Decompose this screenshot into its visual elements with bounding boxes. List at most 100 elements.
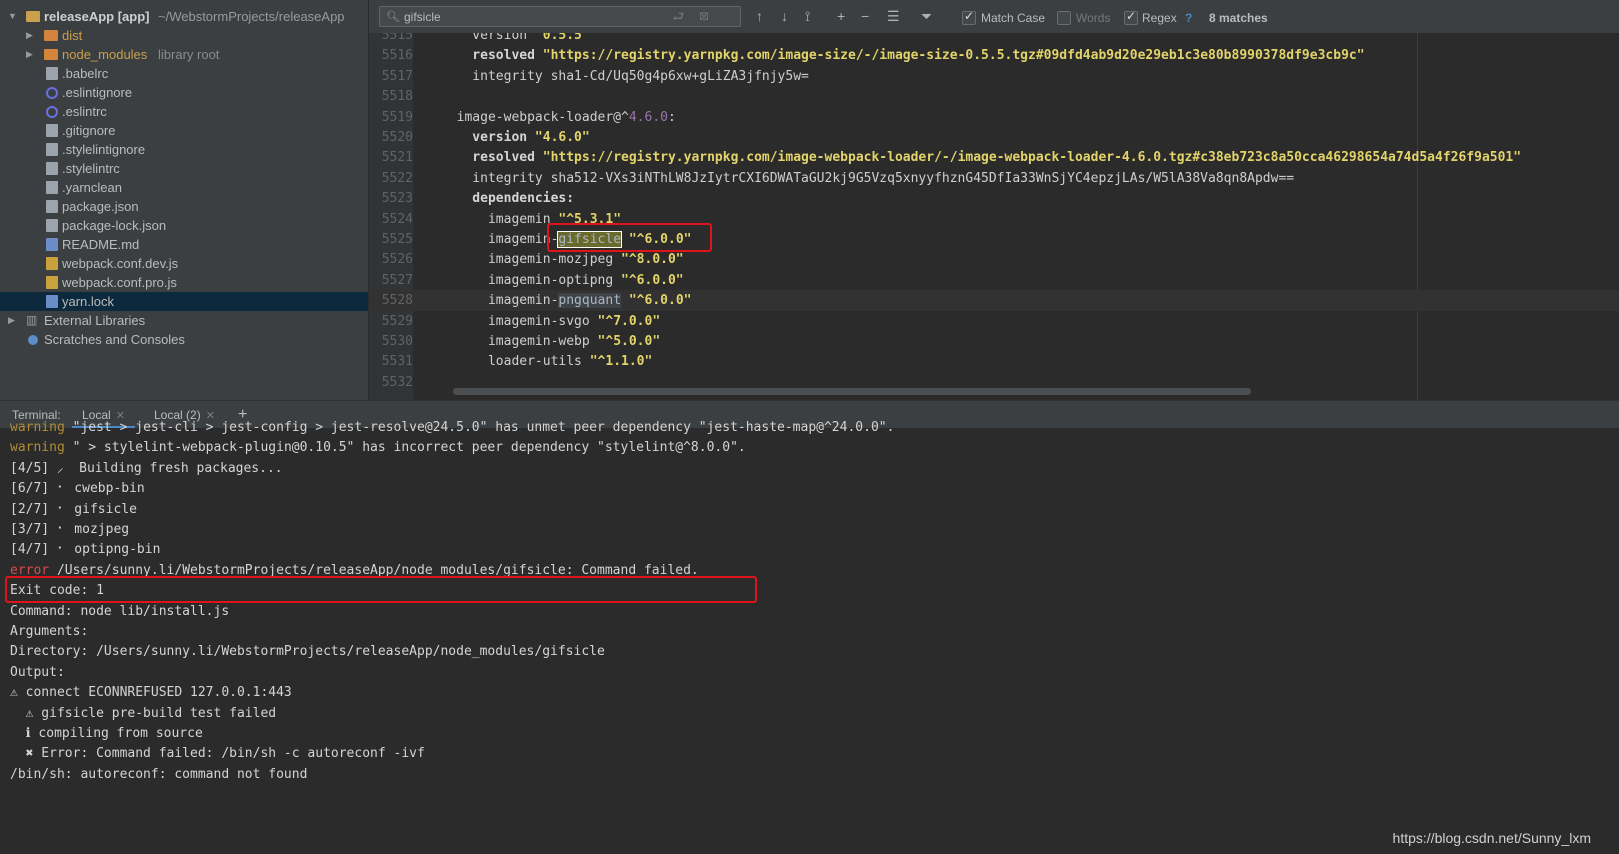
line-number: 5532 [381, 374, 413, 390]
terminal-line: ✖ Error: Command failed: /bin/sh -c auto… [10, 743, 425, 764]
code-token: integrity sha512-VXs3iNThLW8JzIytrCXI6DW… [441, 170, 1295, 186]
collapse-arrow-icon[interactable]: ▶ [26, 26, 33, 45]
collapse-arrow-icon[interactable]: ▶ [26, 45, 33, 64]
tree-item-scratches[interactable]: Scratches and Consoles [0, 330, 368, 349]
warning-label: warning [10, 440, 65, 456]
library-root-note: library root [158, 47, 220, 62]
terminal-text: ✖ Error: Command failed: /bin/sh -c auto… [10, 746, 425, 762]
folder-icon [26, 11, 40, 22]
code-line: 5518 [369, 86, 1619, 107]
tree-item-label: .yarnclean [62, 180, 122, 195]
code-text: imagemin-svgo "^7.0.0" [441, 311, 660, 332]
collapse-arrow-icon[interactable]: ▶ [8, 311, 15, 330]
search-icon[interactable]: 🔍︎ [386, 10, 400, 23]
new-line-icon[interactable]: ⮐ [672, 8, 685, 24]
regex-label: Regex [1142, 11, 1177, 25]
tree-item[interactable]: webpack.conf.dev.js [0, 254, 368, 273]
tree-item[interactable]: ▶ dist [0, 26, 368, 45]
code-token: "https://registry.yarnpkg.com/image-webp… [542, 150, 1522, 166]
tree-root[interactable]: ▼ releaseApp [app] ~/WebstormProjects/re… [0, 7, 368, 26]
code-line: 5526 imagemin-mozjpeg "^8.0.0" [369, 249, 1619, 270]
terminal-output[interactable]: warning "jest > jest-cli > jest-config >… [0, 420, 1619, 854]
terminal-text: Arguments: [10, 624, 89, 639]
root-path: ~/WebstormProjects/releaseApp [158, 9, 345, 24]
words-label: Words [1076, 11, 1111, 25]
file-icon [46, 219, 58, 232]
line-number: 5515 [381, 33, 413, 43]
code-token: "https://registry.yarnpkg.com/image-size… [542, 48, 1365, 64]
regex-checkbox[interactable] [1124, 9, 1138, 25]
tree-item[interactable]: .babelrc [0, 64, 368, 83]
tree-item[interactable]: .eslintrc [0, 102, 368, 121]
code-token: dependencies: [441, 191, 575, 207]
line-number: 5517 [381, 68, 413, 84]
tree-item-label: webpack.conf.pro.js [62, 275, 177, 290]
tree-item[interactable]: ▶ node_modules library root [0, 45, 368, 64]
tree-item-external-libraries[interactable]: ▶ ▥ External Libraries [0, 311, 368, 330]
tree-item[interactable]: .stylelintrc [0, 159, 368, 178]
horizontal-scrollbar[interactable] [453, 388, 1251, 395]
remove-selection-icon[interactable]: − [861, 8, 869, 24]
clear-search-icon[interactable]: ⊠ [699, 8, 709, 24]
line-number: 5526 [381, 252, 413, 268]
tree-item[interactable]: .eslintignore [0, 83, 368, 102]
filter-icon[interactable]: ⏷ [921, 8, 932, 24]
tree-item[interactable]: README.md [0, 235, 368, 254]
terminal-line: [4/7] ⠂ optipng-bin [10, 539, 160, 560]
select-all-occurrences-icon[interactable]: ☰ [887, 8, 900, 24]
file-icon [46, 181, 58, 194]
regex-help-link[interactable]: ? [1185, 11, 1192, 25]
code-text: version "4.6.0" [441, 127, 589, 148]
tree-item[interactable]: yarn.lock [0, 292, 368, 311]
code-text: version "0.5.5" [441, 33, 589, 46]
folder-icon [44, 30, 58, 41]
words-checkbox[interactable] [1057, 11, 1071, 25]
terminal-line: [4/5] ⸝ Building fresh packages... [10, 458, 283, 479]
library-icon: ▥ [26, 313, 38, 327]
tree-item-label: .eslintignore [62, 85, 133, 100]
find-toolbar: 🔍︎ gifsicle ⮐ ⊠ ↑ ↓ ⟟ + − ☰ ⏷ Match Case… [369, 0, 1619, 34]
terminal-line: warning " > stylelint-webpack-plugin@0.1… [10, 437, 746, 458]
add-selection-icon[interactable]: + [837, 8, 845, 24]
terminal-text: [3/7] ⠂ mozjpeg [10, 522, 130, 537]
terminal-line: Command: node lib/install.js [10, 601, 229, 622]
previous-match-icon[interactable]: ↑ [756, 8, 763, 24]
code-token: "^1.1.0" [589, 354, 653, 370]
next-match-icon[interactable]: ↓ [781, 8, 788, 24]
tree-item[interactable]: package-lock.json [0, 216, 368, 235]
code-token: version [441, 33, 535, 43]
code-text: resolved "https://registry.yarnpkg.com/i… [441, 45, 1365, 66]
code-line: 5521 resolved "https://registry.yarnpkg.… [369, 147, 1619, 168]
code-token: resolved [441, 150, 543, 166]
terminal-text: Command: node lib/install.js [10, 603, 230, 619]
code-token: integrity sha1-Cd/Uq50g4p6xw+gLiZA3jfnjy… [441, 68, 809, 84]
tree-item[interactable]: .gitignore [0, 121, 368, 140]
code-line: 5527 imagemin-optipng "^6.0.0" [369, 270, 1619, 291]
match-count: 8 matches [1209, 11, 1268, 25]
line-number: 5525 [381, 232, 413, 247]
terminal-line: /bin/sh: autoreconf: command not found [10, 764, 307, 785]
terminal-text: "jest > jest-cli > jest-config > jest-re… [64, 420, 895, 435]
code-token: "^6.0.0" [628, 293, 692, 309]
find-all-icon[interactable]: ⟟ [805, 8, 810, 24]
tree-item[interactable]: .yarnclean [0, 178, 368, 197]
folder-icon [44, 49, 58, 60]
code-text: dependencies: [441, 188, 574, 209]
match-case-checkbox[interactable] [962, 9, 976, 25]
search-input[interactable]: gifsicle [379, 6, 741, 27]
code-token: imagemin-optipng [441, 272, 622, 288]
tree-item[interactable]: webpack.conf.pro.js [0, 273, 368, 292]
code-editor[interactable]: 5515 version "0.5.5" 5516 resolved "https… [369, 33, 1619, 400]
code-token: "^6.0.0" [621, 272, 684, 288]
code-token: imagemin- [441, 232, 559, 247]
line-number: 5521 [381, 150, 413, 166]
tree-item[interactable]: .stylelintignore [0, 140, 368, 159]
terminal-line: ⚠ gifsicle pre-build test failed [10, 703, 276, 724]
tree-item[interactable]: package.json [0, 197, 368, 216]
expand-arrow-icon[interactable]: ▼ [8, 7, 17, 26]
code-text: imagemin-pngquant "^6.0.0" [441, 290, 691, 311]
terminal-text: [4/5] ⸝ Building fresh packages... [10, 460, 283, 476]
file-icon [46, 200, 58, 213]
line-number: 5519 [381, 109, 413, 125]
watermark: https://blog.csdn.net/Sunny_lxm [1392, 830, 1591, 846]
